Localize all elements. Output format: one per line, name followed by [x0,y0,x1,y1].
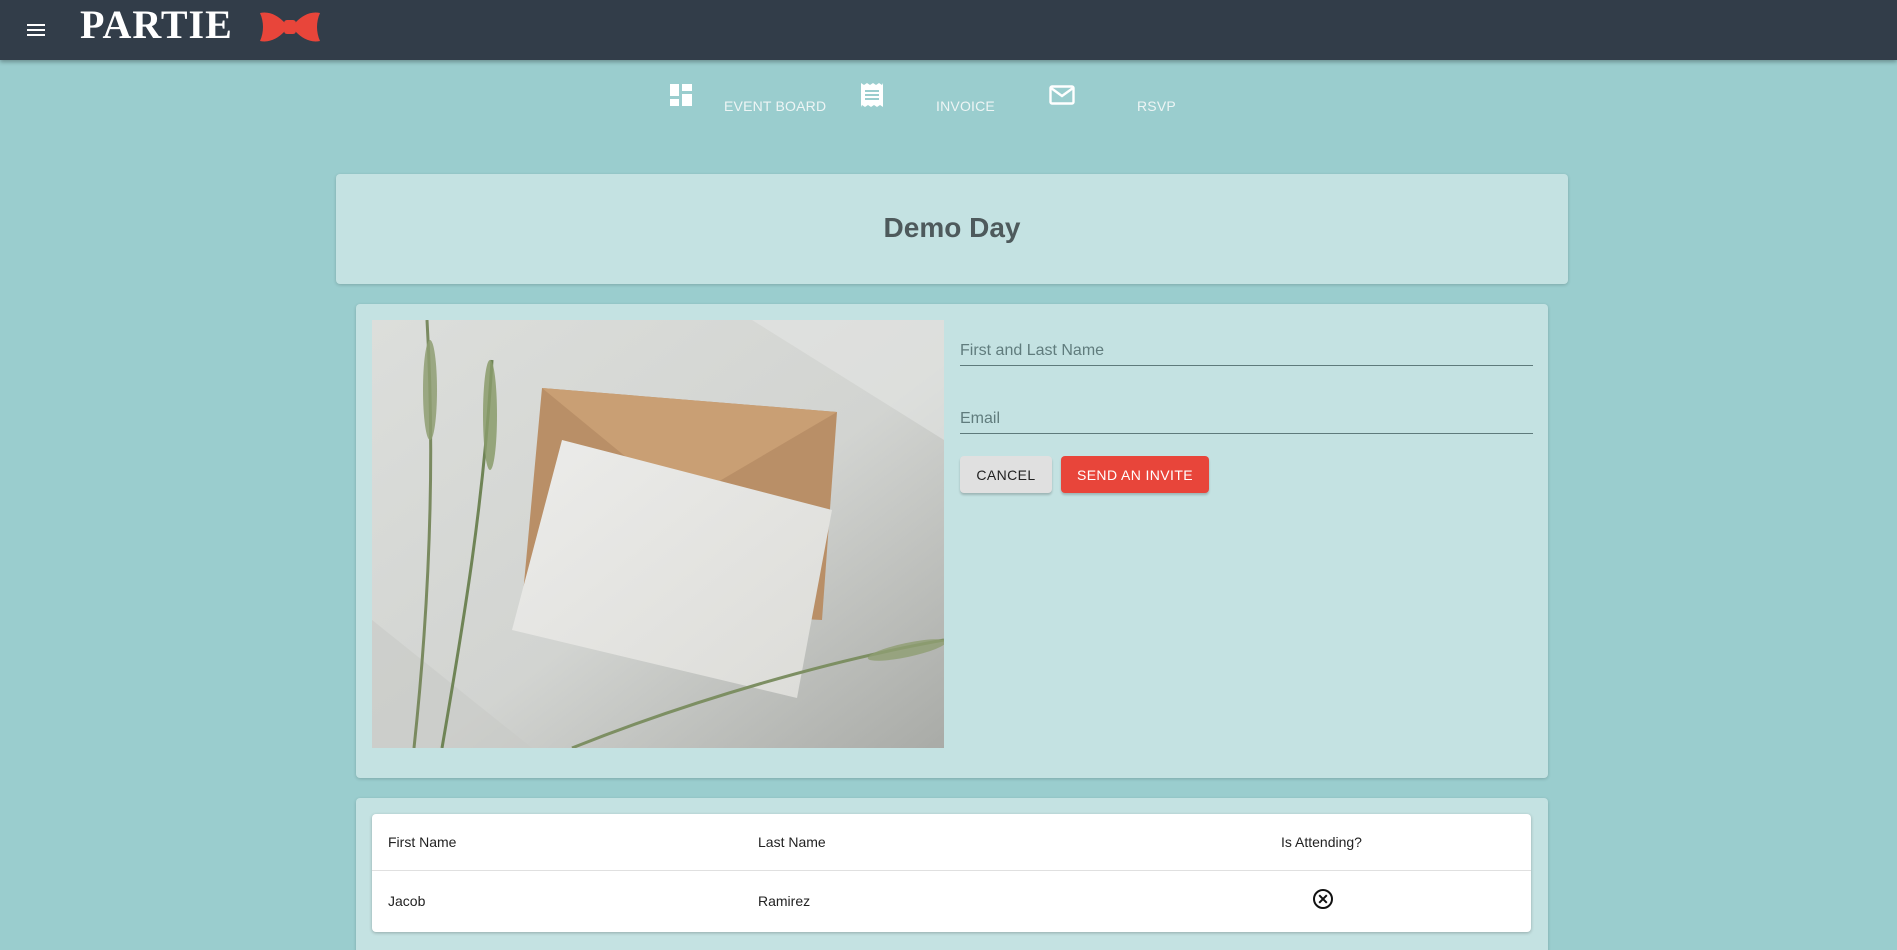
guest-table-card: First Name Last Name Is Attending? Jacob… [356,798,1548,950]
name-input[interactable] [960,342,1533,360]
dashboard-icon [670,84,692,106]
receipt-icon [861,83,883,107]
column-header-attending[interactable]: Is Attending? [1281,834,1362,850]
envelope-photo [372,320,944,748]
guest-first-name: Jacob [388,893,426,909]
email-input[interactable] [960,410,1533,428]
nav-label-event-board: EVENT BOARD [724,98,827,114]
name-field[interactable] [960,320,1533,366]
invite-form-card: CANCEL SEND AN INVITE [356,304,1548,778]
event-title: Demo Day [883,212,1021,243]
send-invite-button[interactable]: SEND AN INVITE [1061,456,1209,493]
column-header-last-name[interactable]: Last Name [758,834,826,850]
header-divider [372,870,1531,871]
event-title-card: Demo Day [336,174,1568,284]
email-field[interactable] [960,388,1533,434]
guest-last-name: Ramirez [758,893,811,909]
menu-icon[interactable] [24,18,48,42]
cancel-button[interactable]: CANCEL [960,456,1052,493]
nav-label-rsvp: RSVP [1137,98,1176,114]
guest-table: First Name Last Name Is Attending? Jacob… [372,814,1531,932]
bowtie-logo-icon [260,12,320,42]
circle-x-icon[interactable] [1312,888,1334,910]
column-header-first-name[interactable]: First Name [388,834,456,850]
app-bar: PARTIE [0,0,1897,60]
nav-label-invoice: INVOICE [936,98,995,114]
brand-logo[interactable]: PARTIE [80,3,233,47]
mail-icon [1049,85,1075,105]
